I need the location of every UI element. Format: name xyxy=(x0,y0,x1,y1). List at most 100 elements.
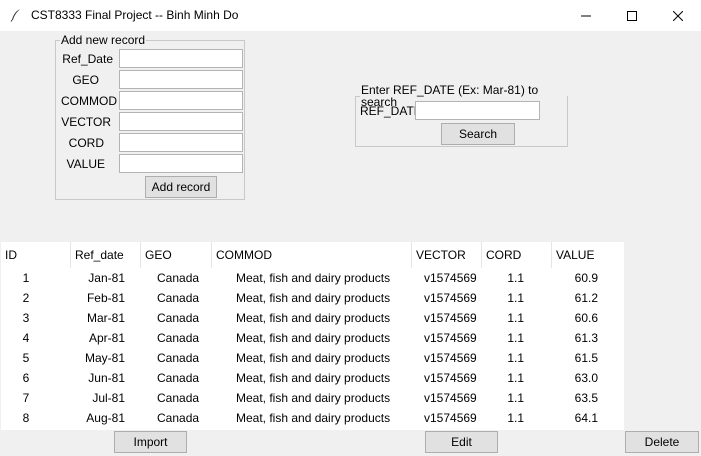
cell-cord: 1.1 xyxy=(507,291,524,305)
cell-vector: v1574569 xyxy=(424,391,477,405)
cell-ref-date: May-81 xyxy=(84,351,125,365)
search-ref-date-label: REF_DATE xyxy=(360,104,422,118)
cell-ref-date: Jun-81 xyxy=(88,371,125,385)
table-row[interactable]: 1 Jan-81 Canada Meat, fish and dairy pro… xyxy=(1,268,624,288)
cell-vector: v1574569 xyxy=(424,291,477,305)
column-header-cord[interactable]: CORD xyxy=(482,242,552,268)
table-row[interactable]: 7 Jul-81 Canada Meat, fish and dairy pro… xyxy=(1,388,624,408)
table-row[interactable]: 5 May-81 Canada Meat, fish and dairy pro… xyxy=(1,348,624,368)
cell-value: 61.2 xyxy=(574,291,598,305)
feather-icon xyxy=(9,8,23,22)
vector-input[interactable] xyxy=(119,112,243,131)
cell-vector: v1574569 xyxy=(424,331,477,345)
commod-input[interactable] xyxy=(119,91,243,110)
table-row[interactable]: 2 Feb-81 Canada Meat, fish and dairy pro… xyxy=(1,288,624,308)
window-title: CST8333 Final Project -- Binh Minh Do xyxy=(31,8,239,22)
cord-input[interactable] xyxy=(119,133,243,152)
maximize-button[interactable] xyxy=(609,0,655,31)
table-row[interactable]: 8 Aug-81 Canada Meat, fish and dairy pro… xyxy=(1,408,624,428)
cell-ref-date: Feb-81 xyxy=(86,291,125,305)
cell-commod: Meat, fish and dairy products xyxy=(236,411,391,425)
cell-commod: Meat, fish and dairy products xyxy=(236,331,391,345)
cell-vector: v1574569 xyxy=(424,271,477,285)
cell-commod: Meat, fish and dairy products xyxy=(236,291,391,305)
cell-ref-date: Apr-81 xyxy=(88,331,125,345)
cell-cord: 1.1 xyxy=(507,351,524,365)
cell-value: 60.6 xyxy=(574,311,598,325)
commod-label: COMMOD xyxy=(61,94,117,108)
cell-vector: v1574569 xyxy=(424,351,477,365)
geo-label: GEO xyxy=(72,73,99,87)
edit-button[interactable]: Edit xyxy=(425,431,498,453)
records-table[interactable]: ID Ref_date GEO COMMOD VECTOR CORD VALUE… xyxy=(1,242,624,430)
column-header-vector[interactable]: VECTOR xyxy=(412,242,482,268)
cell-geo: Canada xyxy=(157,351,200,365)
cell-geo: Canada xyxy=(157,291,200,305)
cell-cord: 1.1 xyxy=(507,271,524,285)
cell-value: 61.5 xyxy=(574,351,598,365)
cell-geo: Canada xyxy=(157,271,200,285)
table-row[interactable]: 4 Apr-81 Canada Meat, fish and dairy pro… xyxy=(1,328,624,348)
cell-ref-date: Jul-81 xyxy=(92,391,125,405)
cell-cord: 1.1 xyxy=(507,371,524,385)
cell-vector: v1574569 xyxy=(424,411,477,425)
cell-id: 7 xyxy=(22,391,30,405)
cell-id: 1 xyxy=(22,271,30,285)
cell-cord: 1.1 xyxy=(507,411,524,425)
add-record-legend: Add new record xyxy=(61,33,146,47)
cell-value: 63.0 xyxy=(574,371,598,385)
column-header-id[interactable]: ID xyxy=(1,242,71,268)
cell-geo: Canada xyxy=(157,311,200,325)
table-row[interactable]: 6 Jun-81 Canada Meat, fish and dairy pro… xyxy=(1,368,624,388)
delete-button[interactable]: Delete xyxy=(625,431,699,453)
cell-cord: 1.1 xyxy=(507,391,524,405)
close-button[interactable] xyxy=(655,0,701,31)
maximize-icon xyxy=(627,10,637,21)
column-header-ref-date[interactable]: Ref_date xyxy=(71,242,141,268)
import-button[interactable]: Import xyxy=(114,431,187,453)
cell-commod: Meat, fish and dairy products xyxy=(236,371,391,385)
title-bar: CST8333 Final Project -- Binh Minh Do xyxy=(0,0,701,32)
add-record-button[interactable]: Add record xyxy=(145,176,217,198)
cell-value: 60.9 xyxy=(574,271,598,285)
table-header: ID Ref_date GEO COMMOD VECTOR CORD VALUE xyxy=(1,242,624,268)
column-header-geo[interactable]: GEO xyxy=(141,242,212,268)
cell-vector: v1574569 xyxy=(424,371,477,385)
cell-commod: Meat, fish and dairy products xyxy=(236,271,391,285)
cell-id: 3 xyxy=(22,311,30,325)
column-header-value[interactable]: VALUE xyxy=(552,242,624,268)
cell-cord: 1.1 xyxy=(507,311,524,325)
cell-vector: v1574569 xyxy=(424,311,477,325)
cell-value: 61.3 xyxy=(574,331,598,345)
ref-date-input[interactable] xyxy=(119,49,243,68)
geo-input[interactable] xyxy=(119,70,243,89)
ref-date-label: Ref_Date xyxy=(62,52,113,66)
table-row[interactable]: 3 Mar-81 Canada Meat, fish and dairy pro… xyxy=(1,308,624,328)
cell-geo: Canada xyxy=(157,411,200,425)
search-input[interactable] xyxy=(415,101,540,120)
search-button[interactable]: Search xyxy=(441,123,515,145)
cell-geo: Canada xyxy=(157,391,200,405)
cell-value: 63.5 xyxy=(574,391,598,405)
cell-value: 64.1 xyxy=(574,411,598,425)
cord-label: CORD xyxy=(68,136,104,150)
cell-id: 5 xyxy=(22,351,30,365)
cell-ref-date: Jan-81 xyxy=(88,271,125,285)
value-label: VALUE xyxy=(66,157,105,171)
cell-ref-date: Mar-81 xyxy=(86,311,125,325)
close-icon xyxy=(673,10,683,21)
value-input[interactable] xyxy=(119,154,243,173)
cell-ref-date: Aug-81 xyxy=(86,411,125,425)
cell-id: 6 xyxy=(22,371,30,385)
cell-geo: Canada xyxy=(157,331,200,345)
cell-commod: Meat, fish and dairy products xyxy=(236,311,391,325)
cell-id: 4 xyxy=(22,331,30,345)
cell-id: 8 xyxy=(22,411,30,425)
vector-label: VECTOR xyxy=(61,115,111,129)
cell-id: 2 xyxy=(22,291,30,305)
cell-commod: Meat, fish and dairy products xyxy=(236,391,391,405)
column-header-commod[interactable]: COMMOD xyxy=(212,242,412,268)
cell-cord: 1.1 xyxy=(507,331,524,345)
cell-geo: Canada xyxy=(157,371,200,385)
minimize-button[interactable] xyxy=(563,0,609,31)
